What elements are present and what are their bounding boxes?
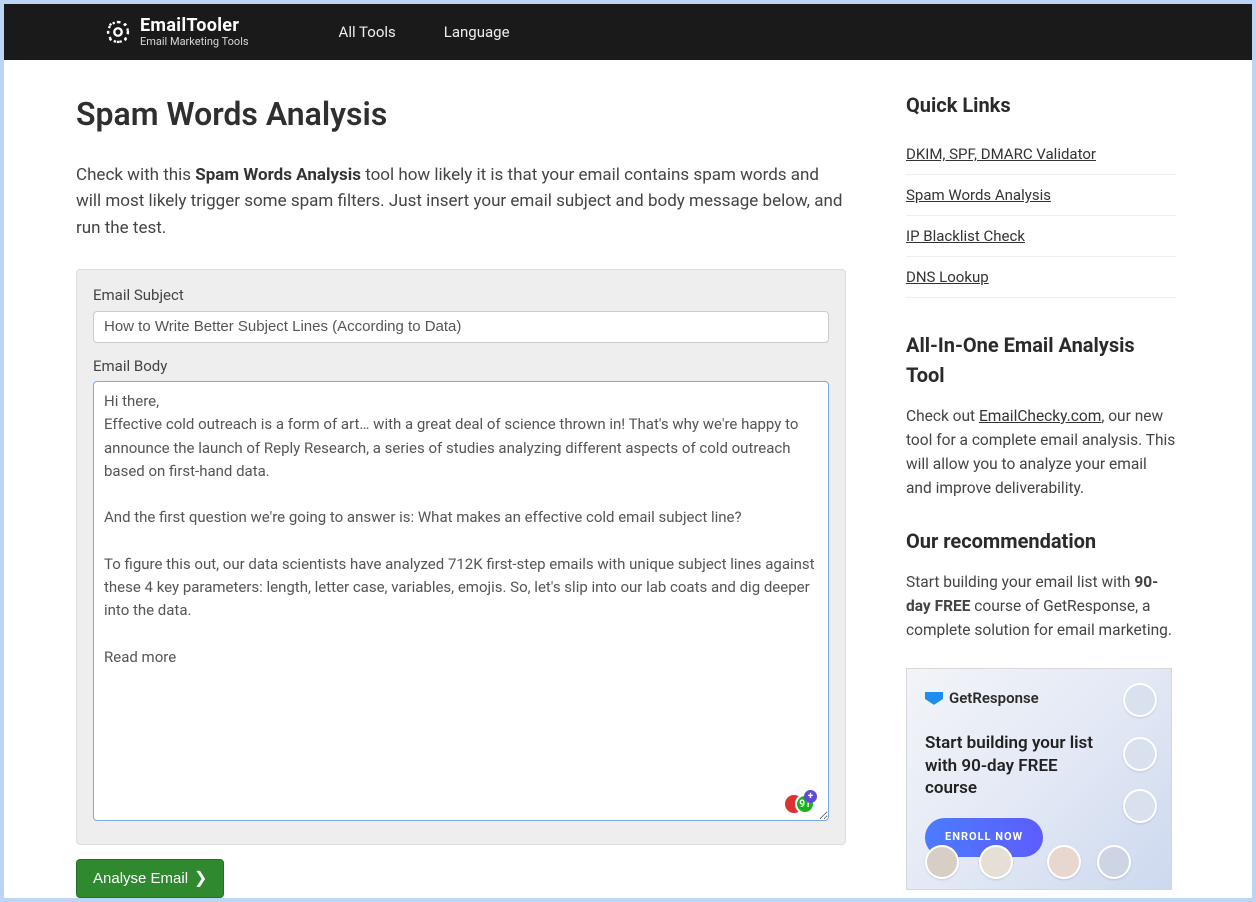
list-item: DNS Lookup — [906, 257, 1176, 298]
aio-text: Check out EmailChecky.com, our new tool … — [906, 404, 1176, 500]
avatar — [1123, 789, 1157, 823]
aio-pre: Check out — [906, 407, 979, 425]
body-textarea[interactable] — [93, 381, 829, 821]
nav-all-tools[interactable]: All Tools — [339, 21, 396, 44]
quick-links-title: Quick Links — [906, 90, 1176, 120]
page-title: Spam Words Analysis — [76, 90, 846, 138]
intro-text: Check with this Spam Words Analysis tool… — [76, 162, 846, 241]
aio-title: All-In-One Email Analysis Tool — [906, 330, 1176, 390]
analyse-button[interactable]: Analyse Email ❯ — [76, 859, 224, 898]
list-item: IP Blacklist Check — [906, 216, 1176, 257]
envelope-icon — [925, 692, 943, 705]
rec-text: Start building your email list with 90-d… — [906, 570, 1176, 642]
ad-logo: GetResponse — [925, 687, 1153, 710]
quick-link-spam[interactable]: Spam Words Analysis — [906, 186, 1051, 204]
rec-pre: Start building your email list with — [906, 573, 1134, 591]
aio-link[interactable]: EmailChecky.com — [979, 407, 1101, 425]
avatar — [1123, 683, 1157, 717]
main-content: Spam Words Analysis Check with this Spam… — [76, 90, 846, 898]
sidebar: Quick Links DKIM, SPF, DMARC Validator S… — [906, 90, 1176, 898]
avatar — [1123, 737, 1157, 771]
analyse-button-label: Analyse Email — [93, 870, 188, 887]
list-item: Spam Words Analysis — [906, 175, 1176, 216]
subject-input[interactable] — [93, 311, 829, 343]
avatar — [1047, 845, 1081, 879]
quick-link-dkim[interactable]: DKIM, SPF, DMARC Validator — [906, 145, 1096, 163]
intro-pre: Check with this — [76, 165, 195, 185]
ad-logo-text: GetResponse — [949, 687, 1039, 710]
quick-link-ip[interactable]: IP Blacklist Check — [906, 227, 1025, 245]
nav-language[interactable]: Language — [444, 21, 510, 44]
avatar — [979, 845, 1013, 879]
brand-subtitle: Email Marketing Tools — [140, 36, 249, 48]
avatar — [925, 845, 959, 879]
navbar: EmailTooler Email Marketing Tools All To… — [4, 4, 1252, 60]
ad-banner[interactable]: GetResponse Start building your list wit… — [906, 668, 1172, 890]
rec-title: Our recommendation — [906, 526, 1176, 556]
gear-icon — [104, 18, 132, 46]
form-panel: Email Subject Email Body 91 + — [76, 269, 846, 845]
subject-label: Email Subject — [93, 284, 829, 307]
list-item: DKIM, SPF, DMARC Validator — [906, 134, 1176, 175]
avatar — [1097, 845, 1131, 879]
chevron-right-icon: ❯ — [194, 871, 207, 887]
brand[interactable]: EmailTooler Email Marketing Tools — [104, 17, 249, 47]
brand-title: EmailTooler — [140, 17, 249, 36]
ad-headline: Start building your list with 90-day FRE… — [925, 732, 1105, 801]
quick-links-list: DKIM, SPF, DMARC Validator Spam Words An… — [906, 134, 1176, 298]
intro-bold: Spam Words Analysis — [195, 165, 361, 185]
body-label: Email Body — [93, 355, 829, 378]
quick-link-dns[interactable]: DNS Lookup — [906, 268, 989, 286]
